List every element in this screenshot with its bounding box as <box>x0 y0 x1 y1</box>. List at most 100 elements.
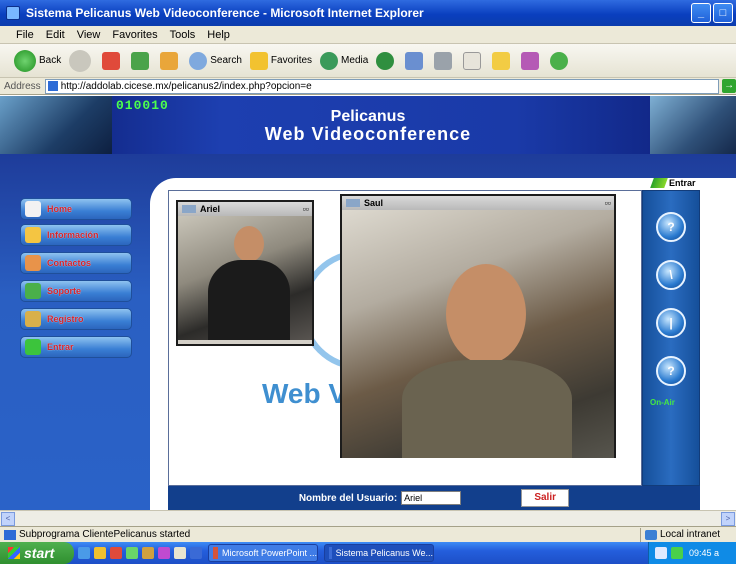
menu-file[interactable]: File <box>16 29 34 41</box>
address-label: Address <box>4 80 41 92</box>
minimize-button[interactable]: _ <box>691 3 711 23</box>
print-button[interactable] <box>434 51 455 70</box>
menu-bar: File Edit View Favorites Tools Help <box>0 26 736 44</box>
video-window-name: Ariel <box>200 204 221 214</box>
search-button[interactable]: Search <box>189 51 242 70</box>
video-window-ariel[interactable]: Ariel ▫▫ <box>176 200 314 346</box>
scroll-right-button[interactable]: > <box>721 512 735 526</box>
tray-network-icon[interactable] <box>655 547 667 559</box>
menu-help[interactable]: Help <box>207 29 230 41</box>
messenger-icon <box>550 51 569 70</box>
title-bar: Sistema Pelicanus Web Videoconference - … <box>0 0 736 26</box>
quicklaunch-media-icon[interactable] <box>142 547 154 559</box>
word-icon <box>463 51 482 70</box>
face-shape <box>234 226 264 262</box>
video-feed-saul <box>342 210 614 458</box>
media-label: Media <box>341 55 369 66</box>
mail-button[interactable] <box>405 51 426 70</box>
java-icon <box>346 199 360 207</box>
history-button[interactable] <box>376 51 397 70</box>
menu-tools[interactable]: Tools <box>170 29 196 41</box>
scroll-left-button[interactable]: < <box>1 512 15 526</box>
nav-entrar[interactable]: Entrar <box>20 336 132 358</box>
body-shape <box>402 360 572 458</box>
refresh-button[interactable] <box>131 51 152 70</box>
research-icon <box>521 51 540 70</box>
research-button[interactable] <box>521 51 542 70</box>
back-label: Back <box>39 55 62 66</box>
info-button[interactable]: ? <box>656 356 686 386</box>
zone-label: Local intranet <box>660 529 721 540</box>
star-icon <box>249 51 268 70</box>
audio-button[interactable]: | <box>656 308 686 338</box>
page-icon <box>47 81 58 91</box>
taskbar: start Microsoft PowerPoint ... Sistema P… <box>0 542 736 564</box>
nav-soporte-label: Soporte <box>47 286 82 296</box>
media-button[interactable]: Media <box>320 51 369 70</box>
go-button[interactable]: → <box>722 79 736 93</box>
quicklaunch-desktop-icon[interactable] <box>126 547 138 559</box>
history-icon <box>376 51 395 70</box>
task-pelicanus[interactable]: Sistema Pelicanus We... <box>324 544 434 562</box>
forward-button[interactable] <box>69 49 94 72</box>
quicklaunch-ie-icon[interactable] <box>78 547 90 559</box>
quicklaunch-app-icon[interactable] <box>110 547 122 559</box>
edit-button[interactable] <box>463 51 484 70</box>
body-shape <box>208 260 290 340</box>
video-window-titlebar[interactable]: Ariel ▫▫ <box>178 202 312 216</box>
menu-edit[interactable]: Edit <box>46 29 65 41</box>
menu-view[interactable]: View <box>77 29 101 41</box>
on-air-status: On-Air <box>650 398 675 407</box>
menu-favorites[interactable]: Favorites <box>112 29 157 41</box>
address-input[interactable]: http://addolab.cicese.mx/pelicanus2/inde… <box>44 78 720 94</box>
maximize-button[interactable]: □ <box>713 3 733 23</box>
tray-volume-icon[interactable] <box>671 547 683 559</box>
status-bar: Subprograma ClientePelicanus started Loc… <box>0 526 736 542</box>
system-tray: 09:45 a <box>648 542 736 564</box>
nav-registro-label: Registro <box>47 314 84 324</box>
nav-registro[interactable]: Registro <box>20 308 132 330</box>
back-button[interactable]: Back <box>14 49 62 72</box>
entrar-link[interactable]: Entrar <box>650 178 696 188</box>
forward-arrow-icon <box>69 49 92 72</box>
user-bar: Nombre del Usuario: Salir <box>168 486 700 510</box>
address-bar: Address http://addolab.cicese.mx/pelican… <box>0 78 736 95</box>
nav-soporte[interactable]: Soporte <box>20 280 132 302</box>
help-button[interactable]: ? <box>656 212 686 242</box>
favorites-button[interactable]: Favorites <box>249 51 313 70</box>
face-shape <box>446 264 526 364</box>
intranet-icon <box>645 529 657 540</box>
horizontal-scrollbar[interactable]: < > <box>0 510 736 526</box>
security-zone: Local intranet <box>640 527 736 542</box>
nav-contactos[interactable]: Contactos <box>20 252 132 274</box>
home-button[interactable] <box>160 51 181 70</box>
nav-informacion[interactable]: Información <box>20 224 132 246</box>
folder-icon <box>492 51 511 70</box>
folder-button[interactable] <box>492 51 513 70</box>
video-window-titlebar[interactable]: Saul ▫▫ <box>342 196 614 210</box>
task-powerpoint[interactable]: Microsoft PowerPoint ... <box>208 544 318 562</box>
info-icon <box>25 227 41 243</box>
nav-entrar-label: Entrar <box>47 342 74 352</box>
window-controls-icon[interactable]: ▫▫ <box>303 204 309 214</box>
video-window-saul[interactable]: Saul ▫▫ <box>340 194 616 458</box>
tool-button[interactable]: \ <box>656 260 686 290</box>
quicklaunch-tool-icon[interactable] <box>158 547 170 559</box>
back-arrow-icon <box>14 49 36 72</box>
quicklaunch-doc-icon[interactable] <box>174 547 186 559</box>
window-controls-icon[interactable]: ▫▫ <box>605 198 611 208</box>
stop-icon <box>102 51 121 70</box>
nav-informacion-label: Información <box>47 230 99 240</box>
nav-home[interactable]: Home <box>20 198 132 220</box>
mail-icon <box>405 51 424 70</box>
quicklaunch-folder-icon[interactable] <box>94 547 106 559</box>
favorites-label: Favorites <box>270 55 313 66</box>
quicklaunch-word-icon[interactable] <box>190 547 202 559</box>
stop-button[interactable] <box>102 51 123 70</box>
username-label: Nombre del Usuario: <box>298 492 398 504</box>
messenger-button[interactable] <box>550 51 571 70</box>
username-input[interactable] <box>401 491 462 505</box>
flag-icon <box>650 178 668 188</box>
exit-button[interactable]: Salir <box>521 489 570 507</box>
start-button[interactable]: start <box>0 542 74 564</box>
